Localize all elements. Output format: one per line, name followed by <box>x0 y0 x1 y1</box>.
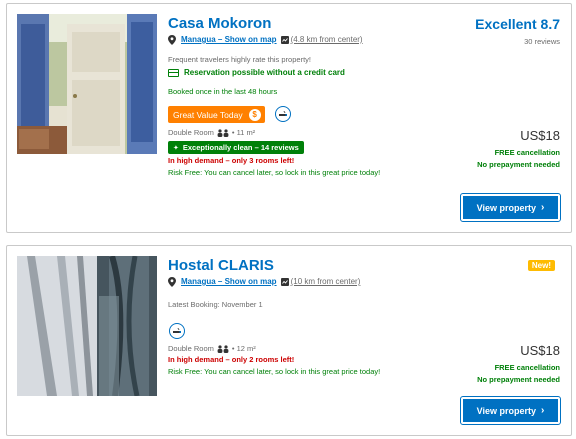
room-photo-image <box>17 14 157 154</box>
no-prepayment: No prepayment needed <box>477 375 560 384</box>
no-credit-card-text: Reservation possible without a credit ca… <box>184 68 345 77</box>
high-demand-note: In high demand – only 2 rooms left! <box>168 355 295 364</box>
show-on-map-link[interactable]: Managua – Show on map <box>181 276 277 288</box>
map-icon <box>280 36 289 44</box>
chevron-right-icon: › <box>541 405 545 416</box>
high-demand-note: In high demand – only 3 rooms left! <box>168 156 295 165</box>
no-credit-card-note: Reservation possible without a credit ca… <box>168 68 345 77</box>
review-score[interactable]: Excellent 8.7 <box>475 16 560 32</box>
view-property-label: View property <box>476 405 536 416</box>
good-value-text: Great Value Today <box>173 109 243 120</box>
clean-text: Exceptionally clean – 14 reviews <box>182 143 299 152</box>
dollar-circle-icon: $ <box>248 108 261 121</box>
no-smoking-icon <box>275 106 291 122</box>
latest-booking-note: Latest Booking: November 1 <box>168 300 263 309</box>
two-persons-icon <box>217 345 229 353</box>
credit-card-icon <box>168 68 179 77</box>
location-row: Managua – Show on map (4.8 km from cente… <box>168 34 363 46</box>
property-name-link[interactable]: Casa Mokoron <box>168 15 271 33</box>
view-property-button[interactable]: View property › <box>460 396 561 425</box>
traveler-note: Frequent travelers highly rate this prop… <box>168 55 311 64</box>
good-value-badge: Great Value Today $ <box>168 106 265 123</box>
property-card: Casa Mokoron Managua – Show on map (4.8 … <box>6 3 572 233</box>
free-cancellation: FREE cancellation <box>494 363 560 372</box>
location-row: Managua – Show on map (10 km from center… <box>168 276 360 288</box>
exterior-photo-image <box>17 256 157 396</box>
booked-note: Booked once in the last 48 hours <box>168 87 278 96</box>
room-type: Double Room <box>168 344 214 353</box>
room-type: Double Room <box>168 128 214 137</box>
map-icon <box>280 278 289 286</box>
distance-from-center: (4.8 km from center) <box>290 35 363 44</box>
no-smoking-icon <box>169 323 185 339</box>
chevron-right-icon: › <box>541 202 545 213</box>
clean-badge: ✦ Exceptionally clean – 14 reviews <box>168 141 304 154</box>
distance-from-center: (10 km from center) <box>290 277 361 286</box>
free-cancellation: FREE cancellation <box>494 148 560 157</box>
property-name-link[interactable]: Hostal CLARIS <box>168 257 274 275</box>
view-property-label: View property <box>476 202 536 213</box>
room-info: Double Room • 12 m² <box>168 344 256 354</box>
two-persons-icon <box>217 129 229 137</box>
room-info: Double Room • 11 m² <box>168 128 255 138</box>
risk-free-note: Risk Free: You can cancel later, so lock… <box>168 168 381 177</box>
price: US$18 <box>520 343 560 358</box>
price: US$18 <box>520 128 560 143</box>
risk-free-note: Risk Free: You can cancel later, so lock… <box>168 367 381 376</box>
new-badge: New! <box>527 260 555 271</box>
room-size: • 11 m² <box>231 128 256 137</box>
property-card: Hostal CLARIS Managua – Show on map (10 … <box>6 245 572 436</box>
view-property-button[interactable]: View property › <box>460 193 561 222</box>
map-pin-icon <box>168 277 176 287</box>
review-count[interactable]: 30 reviews <box>524 37 560 46</box>
property-photo[interactable] <box>17 256 157 396</box>
room-size: • 12 m² <box>231 344 256 353</box>
show-on-map-link[interactable]: Managua – Show on map <box>181 34 277 46</box>
map-pin-icon <box>168 35 176 45</box>
sparkle-icon: ✦ <box>173 144 179 152</box>
property-photo[interactable] <box>17 14 157 154</box>
no-prepayment: No prepayment needed <box>477 160 560 169</box>
